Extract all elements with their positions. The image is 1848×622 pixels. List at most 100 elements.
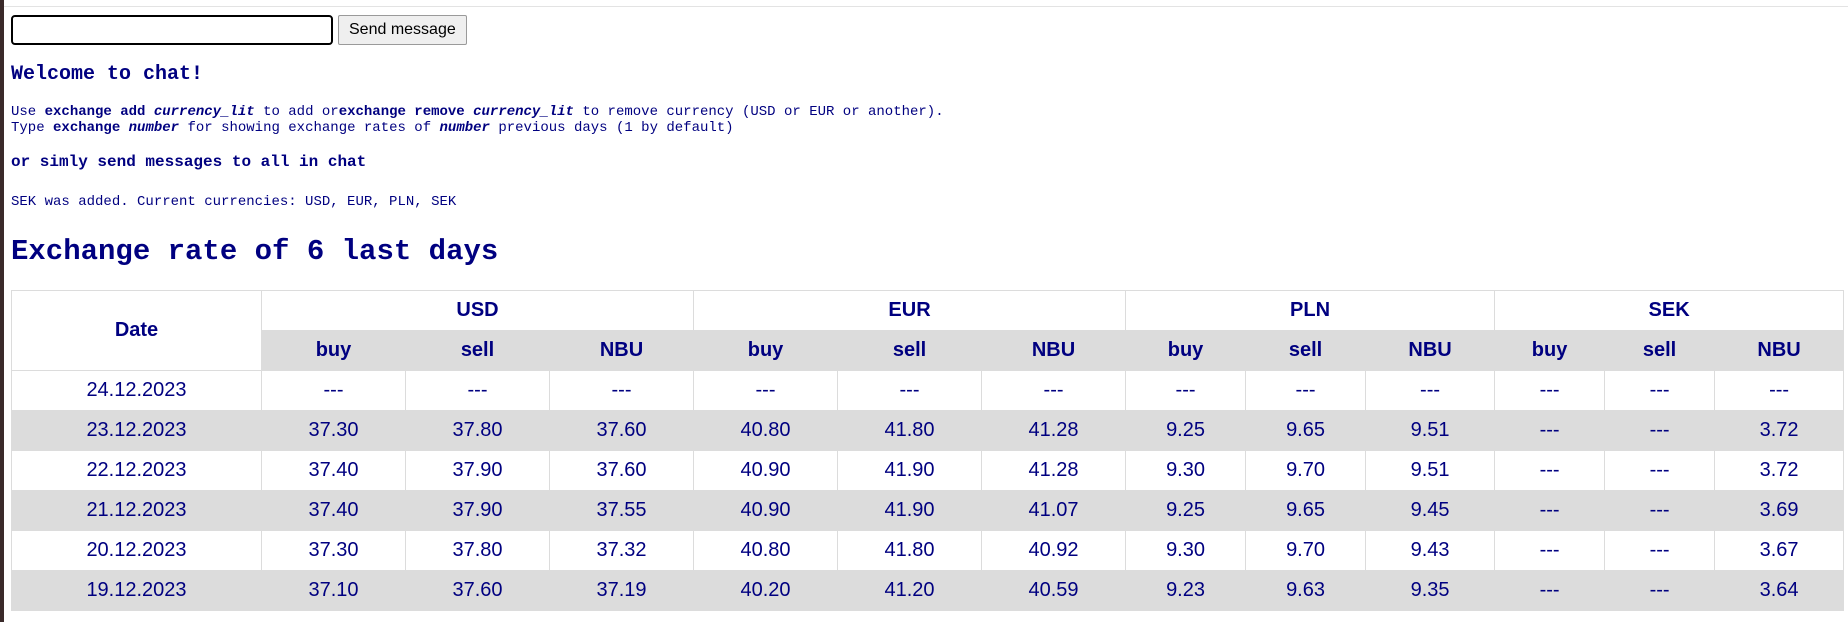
table-row: 24.12.2023 --- --- --- --- --- --- --- --- --- ---…	[11, 370, 1845, 411]
chat-page: Send message Welcome to chat! Use exchan…	[11, 14, 1845, 611]
currency-header-eur: EUR	[693, 290, 1127, 331]
rate-cell-pln-nbu: 9.51	[1365, 410, 1496, 451]
rate-cell-sek-buy: ---	[1494, 570, 1606, 611]
rate-cell-pln-buy: 9.30	[1125, 530, 1247, 571]
currency-added-message: SEK was added. Current currencies: USD, …	[11, 194, 457, 210]
rate-type-header-usd-buy: buy	[261, 330, 406, 371]
date-cell: 21.12.2023	[11, 490, 262, 531]
rate-cell-eur-nbu: 41.28	[981, 450, 1127, 491]
rate-type-header-pln-sell: sell	[1245, 330, 1367, 371]
rate-type-header-eur-buy: buy	[693, 330, 839, 371]
date-cell: 24.12.2023	[11, 370, 262, 411]
rate-cell-pln-buy: 9.23	[1125, 570, 1247, 611]
exchange-rate-table: Date USD EUR PLN SEK buy sell NBU buy sell NB…	[11, 290, 1845, 611]
rate-cell-usd-nbu: 37.55	[548, 490, 695, 531]
rate-cell-usd-sell: 37.90	[405, 450, 550, 491]
table-header: Date USD EUR PLN SEK buy sell NBU buy sell NB…	[11, 290, 1845, 371]
date-cell: 22.12.2023	[11, 450, 262, 491]
rate-cell-pln-sell: 9.63	[1245, 570, 1367, 611]
table-row: 19.12.2023 37.10 37.60 37.19 40.20 41.20 40.59…	[11, 570, 1845, 611]
rate-cell-eur-nbu: 40.92	[981, 530, 1127, 571]
help-text-fragment: Type	[11, 120, 54, 136]
top-divider	[4, 6, 1848, 7]
rate-cell-usd-buy: 37.30	[261, 410, 406, 451]
rate-cell-eur-buy: 40.20	[693, 570, 839, 611]
message-input[interactable]	[11, 15, 333, 45]
rate-cell-usd-nbu: ---	[548, 370, 695, 411]
rate-cell-sek-nbu: 3.72	[1714, 450, 1845, 491]
help-text-fragment	[145, 104, 153, 120]
rate-cell-pln-buy: 9.25	[1125, 410, 1247, 451]
rate-cell-usd-sell: 37.80	[405, 530, 550, 571]
rate-cell-sek-buy: ---	[1494, 490, 1606, 531]
command-exchange: exchange	[53, 120, 121, 136]
argument-currency-lit: currency_lit	[473, 104, 574, 120]
rate-cell-pln-sell: 9.70	[1245, 450, 1367, 491]
rate-cell-eur-sell: 41.20	[837, 570, 983, 611]
rate-cell-pln-nbu: 9.45	[1365, 490, 1496, 531]
rate-cell-sek-buy: ---	[1494, 530, 1606, 571]
rate-cell-sek-sell: ---	[1604, 570, 1716, 611]
rate-cell-sek-buy: ---	[1494, 450, 1606, 491]
currency-header-pln: PLN	[1125, 290, 1496, 331]
rate-cell-usd-nbu: 37.60	[548, 410, 695, 451]
rate-type-header-eur-nbu: NBU	[981, 330, 1127, 371]
send-message-button[interactable]: Send message	[338, 15, 467, 45]
rate-type-header-sek-buy: buy	[1494, 330, 1606, 371]
rate-cell-sek-sell: ---	[1604, 490, 1716, 531]
rate-cell-sek-sell: ---	[1604, 450, 1716, 491]
rate-cell-eur-buy: 40.80	[693, 410, 839, 451]
rate-cell-sek-nbu: 3.64	[1714, 570, 1845, 611]
table-row: 20.12.2023 37.30 37.80 37.32 40.80 41.80 40.92…	[11, 530, 1845, 571]
help-text-fragment: previous days (1 by default)	[489, 120, 734, 136]
rate-cell-eur-nbu: 41.28	[981, 410, 1127, 451]
rate-cell-eur-sell: 41.90	[837, 450, 983, 491]
rate-type-header-eur-sell: sell	[837, 330, 983, 371]
rate-cell-usd-nbu: 37.60	[548, 450, 695, 491]
rate-cell-usd-buy: ---	[261, 370, 406, 411]
rate-cell-usd-buy: 37.40	[261, 450, 406, 491]
rate-type-header-pln-buy: buy	[1125, 330, 1247, 371]
rate-cell-pln-sell: 9.70	[1245, 530, 1367, 571]
rate-cell-sek-nbu: 3.72	[1714, 410, 1845, 451]
exchange-rate-title: Exchange rate of 6 last days	[11, 235, 499, 268]
rate-cell-eur-sell: 41.90	[837, 490, 983, 531]
table-row: 21.12.2023 37.40 37.90 37.55 40.90 41.90 41.07…	[11, 490, 1845, 531]
simply-heading: or simly send messages to all in chat	[11, 153, 367, 171]
rate-cell-usd-buy: 37.10	[261, 570, 406, 611]
rate-cell-sek-nbu: ---	[1714, 370, 1845, 411]
date-cell: 20.12.2023	[11, 530, 262, 571]
rate-cell-usd-sell: 37.80	[405, 410, 550, 451]
rate-cell-sek-sell: ---	[1604, 530, 1716, 571]
help-text-fragment: to add or	[254, 104, 339, 120]
rate-cell-sek-nbu: 3.67	[1714, 530, 1845, 571]
help-line-1: Use exchange add currency_lit to add ore…	[11, 104, 944, 120]
rate-cell-eur-nbu: 40.59	[981, 570, 1127, 611]
rate-cell-pln-sell: ---	[1245, 370, 1367, 411]
window-left-edge	[0, 0, 4, 622]
rate-cell-usd-sell: 37.90	[405, 490, 550, 531]
rate-cell-sek-buy: ---	[1494, 370, 1606, 411]
currency-header-row: Date USD EUR PLN SEK	[11, 290, 1845, 371]
rate-cell-pln-nbu: 9.35	[1365, 570, 1496, 611]
argument-currency-lit: currency_lit	[153, 104, 255, 120]
rate-cell-eur-sell: 41.80	[837, 530, 983, 571]
rate-type-header-sek-sell: sell	[1604, 330, 1716, 371]
rate-cell-eur-nbu: 41.07	[981, 490, 1127, 531]
rate-type-header-pln-nbu: NBU	[1365, 330, 1496, 371]
rate-cell-pln-buy: ---	[1125, 370, 1247, 411]
rate-cell-eur-buy: ---	[693, 370, 839, 411]
rate-cell-pln-buy: 9.30	[1125, 450, 1247, 491]
rate-cell-sek-buy: ---	[1494, 410, 1606, 451]
rate-cell-usd-buy: 37.40	[261, 490, 406, 531]
help-text-fragment: Use	[11, 104, 45, 120]
argument-number: number	[439, 120, 490, 136]
date-cell: 19.12.2023	[11, 570, 262, 611]
currency-header-sek: SEK	[1494, 290, 1845, 331]
rate-cell-sek-nbu: 3.69	[1714, 490, 1845, 531]
rate-cell-sek-sell: ---	[1604, 410, 1716, 451]
date-cell: 23.12.2023	[11, 410, 262, 451]
help-text-fragment	[465, 104, 473, 120]
rate-cell-pln-sell: 9.65	[1245, 410, 1367, 451]
rate-cell-pln-buy: 9.25	[1125, 490, 1247, 531]
